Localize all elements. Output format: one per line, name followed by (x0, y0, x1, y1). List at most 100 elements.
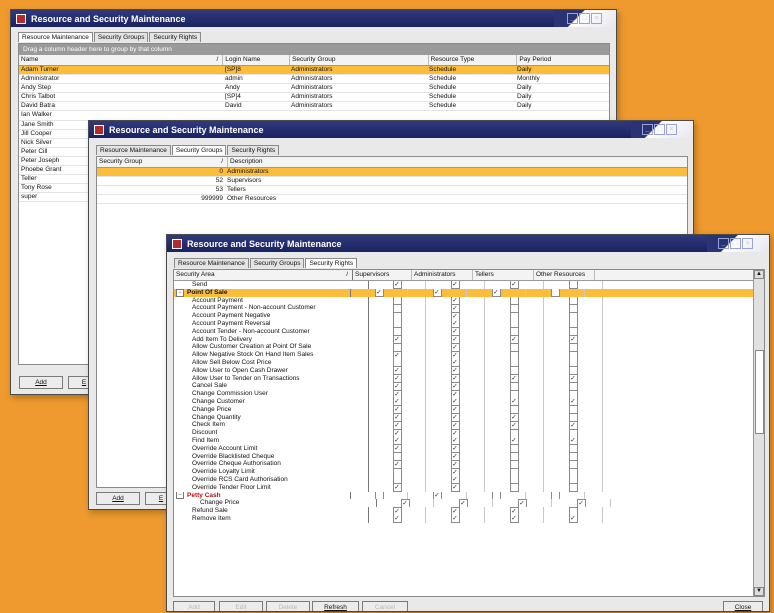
col-header-security-group[interactable]: Security Group (290, 55, 429, 65)
permission-row[interactable]: Account Payment - Non-account Customer ✓ (174, 304, 754, 313)
checkbox[interactable] (374, 491, 384, 500)
check-icon[interactable]: ✓ (450, 436, 460, 445)
permission-row[interactable]: Add Item To Delivery ✓ ✓ ✓ ✓ (174, 335, 754, 344)
permission-row[interactable]: Remove Item ✓ ✓ ✓ ✓ (174, 514, 754, 523)
permission-row[interactable]: Override RCS Card Authorisation ✓ (174, 475, 754, 484)
checkbox[interactable] (568, 296, 578, 305)
check-icon[interactable]: ✓ (450, 483, 460, 492)
check-icon[interactable]: ✓ (450, 304, 460, 313)
permission-row[interactable]: Change Customer ✓ ✓ ✓ ✓ (174, 397, 754, 406)
minimize-icon[interactable]: _ (642, 124, 653, 135)
col-header-login[interactable]: Login Name (223, 55, 291, 65)
checkbox[interactable] (509, 452, 519, 461)
check-icon[interactable]: ✓ (450, 351, 460, 359)
checkbox[interactable] (568, 312, 578, 320)
check-icon[interactable]: ✓ (450, 444, 460, 453)
checkbox[interactable] (509, 405, 519, 414)
check-icon[interactable]: ✓ (568, 335, 578, 344)
check-icon[interactable]: ✓ (517, 499, 527, 508)
checkbox[interactable] (392, 468, 402, 476)
check-icon[interactable]: ✓ (450, 296, 460, 305)
check-icon[interactable]: ✓ (450, 429, 460, 437)
check-icon[interactable]: ✓ (568, 514, 578, 523)
checkbox[interactable] (392, 327, 402, 336)
check-icon[interactable]: ✓ (374, 288, 384, 297)
check-icon[interactable]: ✓ (392, 351, 402, 359)
check-icon[interactable]: ✓ (450, 358, 460, 367)
checkbox[interactable] (509, 429, 519, 437)
checkbox[interactable] (392, 358, 402, 367)
col-header-security-area[interactable]: Security Area / (174, 270, 353, 280)
tab-resource-maintenance[interactable]: Resource Maintenance (96, 145, 171, 155)
checkbox[interactable] (568, 281, 578, 289)
check-icon[interactable]: ✓ (450, 312, 460, 320)
checkbox[interactable] (568, 468, 578, 476)
check-icon[interactable]: ✓ (392, 281, 402, 289)
permission-row[interactable]: Change Commission User ✓ ✓ (174, 390, 754, 398)
check-icon[interactable]: ✓ (568, 436, 578, 445)
check-icon[interactable]: ✓ (392, 429, 402, 437)
scroll-thumb[interactable] (755, 350, 764, 434)
title-bar[interactable]: Resource and Security Maintenance _ □ × (89, 121, 693, 138)
check-icon[interactable]: ✓ (450, 413, 460, 422)
refresh-button[interactable]: Refresh (312, 601, 359, 611)
check-icon[interactable]: ✓ (509, 436, 519, 445)
check-icon[interactable]: ✓ (392, 460, 402, 469)
permission-row[interactable]: Find Item ✓ ✓ ✓ ✓ (174, 436, 754, 445)
vertical-scrollbar[interactable]: ▲ ▼ (753, 270, 764, 596)
checkbox[interactable] (509, 468, 519, 476)
add-button[interactable]: Add (96, 492, 140, 505)
check-icon[interactable]: ✓ (392, 390, 402, 398)
permission-row[interactable]: Override Loyalty Limit ✓ (174, 468, 754, 476)
scroll-down-icon[interactable]: ▼ (754, 587, 764, 596)
checkbox[interactable] (568, 413, 578, 422)
checkbox[interactable] (509, 358, 519, 367)
permission-row[interactable]: Account Payment Reversal ✓ (174, 319, 754, 328)
col-header-resource-type[interactable]: Resource Type (429, 55, 518, 65)
checkbox[interactable] (568, 452, 578, 461)
check-icon[interactable]: ✓ (568, 397, 578, 406)
permission-row[interactable]: Allow Negative Stock On Hand Item Sales ✓… (174, 351, 754, 359)
group-by-panel[interactable]: Drag a column header here to group by th… (19, 44, 609, 55)
col-header-security-group[interactable]: Security Group / (97, 157, 228, 167)
checkbox[interactable] (568, 460, 578, 469)
tab-security-groups[interactable]: Security Groups (171, 145, 227, 155)
col-header-description[interactable]: Description (228, 157, 680, 167)
check-icon[interactable]: ✓ (392, 413, 402, 422)
check-icon[interactable]: ✓ (450, 366, 460, 375)
checkbox[interactable] (509, 444, 519, 453)
check-icon[interactable]: ✓ (509, 413, 519, 422)
table-row[interactable]: 52 Supervisors (97, 177, 687, 187)
checkbox[interactable] (568, 483, 578, 492)
checkbox[interactable] (509, 304, 519, 313)
delete-button[interactable]: Delete (266, 601, 310, 611)
checkbox[interactable] (568, 351, 578, 359)
check-icon[interactable]: ✓ (509, 397, 519, 406)
check-icon[interactable]: ✓ (509, 421, 519, 430)
check-icon[interactable]: ✓ (450, 507, 460, 515)
check-icon[interactable]: ✓ (576, 499, 586, 508)
permission-row[interactable]: Change Quantity ✓ ✓ ✓ (174, 413, 754, 422)
checkbox[interactable] (392, 343, 402, 352)
check-icon[interactable]: ✓ (450, 382, 460, 391)
check-icon[interactable]: ✓ (509, 335, 519, 344)
tab-resource-maintenance[interactable]: Resource Maintenance (174, 258, 249, 268)
permission-row[interactable]: Check Item ✓ ✓ ✓ ✓ (174, 421, 754, 430)
checkbox[interactable] (568, 382, 578, 391)
permission-row[interactable]: Discount ✓ ✓ (174, 429, 754, 437)
check-icon[interactable]: ✓ (450, 374, 460, 383)
permission-row[interactable]: Override Blacklisted Cheque ✓ (174, 452, 754, 461)
permission-row[interactable]: Override Cheque Authorisation ✓ ✓ (174, 460, 754, 469)
col-header-pay-period[interactable]: Pay Period (517, 55, 609, 65)
minus-box-icon[interactable]: − (176, 491, 184, 500)
permission-row[interactable]: Send ✓ ✓ ✓ (174, 281, 754, 289)
check-icon[interactable]: ✓ (450, 319, 460, 328)
check-icon[interactable]: ✓ (458, 499, 468, 508)
check-icon[interactable]: ✓ (392, 335, 402, 344)
checkbox[interactable] (392, 319, 402, 328)
table-row[interactable]: Adam Turner [SP]8 Administrators Schedule Da… (19, 66, 609, 76)
table-row[interactable]: 999999 Other Resources (97, 195, 687, 205)
checkbox[interactable] (568, 327, 578, 336)
minimize-icon[interactable]: _ (718, 238, 729, 249)
cancel-button[interactable]: Cancel (362, 601, 408, 611)
